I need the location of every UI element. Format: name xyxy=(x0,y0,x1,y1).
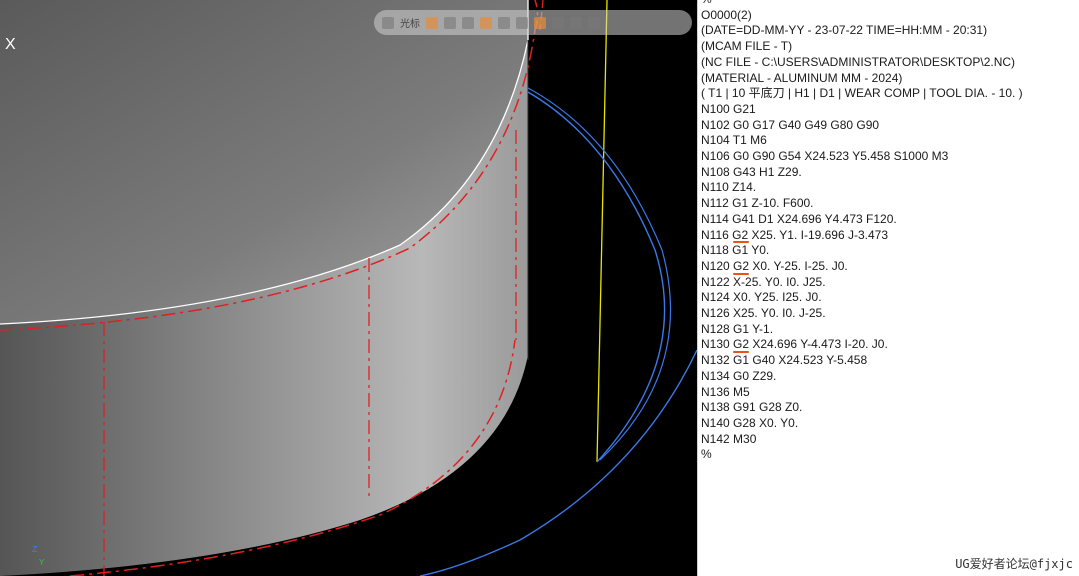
view-toolbar: 光标 xyxy=(374,10,692,35)
nc-line[interactable]: (DATE=DD-MM-YY - 23-07-22 TIME=HH:MM - 2… xyxy=(701,23,1023,39)
nc-line[interactable]: (NC FILE - C:\USERS\ADMINISTRATOR\DESKTO… xyxy=(701,55,1023,71)
rotate-icon[interactable] xyxy=(588,16,600,29)
nc-line[interactable]: N120 G2 X0. Y-25. I-25. J0. xyxy=(701,259,1023,275)
nc-line[interactable]: N122 X-25. Y0. I0. J25. xyxy=(701,275,1023,291)
g2-highlight-n130 xyxy=(733,351,749,353)
nc-code-list: % O0000(2) (DATE=DD-MM-YY - 23-07-22 TIM… xyxy=(701,0,1023,463)
g2-highlight-n120 xyxy=(733,273,749,275)
nc-line[interactable]: N108 G43 H1 Z29. xyxy=(701,165,1023,181)
nc-line[interactable]: N138 G91 G28 Z0. xyxy=(701,400,1023,416)
tool-axis-line xyxy=(596,0,608,463)
nc-line[interactable]: N104 T1 M6 xyxy=(701,133,1023,149)
nc-line[interactable]: N132 G1 G40 X24.523 Y-5.458 xyxy=(701,353,1023,369)
body-icon[interactable] xyxy=(516,16,528,29)
render-icon[interactable] xyxy=(570,16,582,29)
watermark-text: UG爱好者论坛@fjxjc xyxy=(955,557,1073,571)
g2-highlight-n116 xyxy=(733,241,749,243)
nc-line[interactable]: N136 M5 xyxy=(701,385,1023,401)
nc-line[interactable]: N140 G28 X0. Y0. xyxy=(701,416,1023,432)
nc-code-panel[interactable]: % O0000(2) (DATE=DD-MM-YY - 23-07-22 TIM… xyxy=(697,0,1079,576)
nc-line[interactable]: N124 X0. Y25. I25. J0. xyxy=(701,290,1023,306)
nc-line[interactable]: N100 G21 xyxy=(701,102,1023,118)
nc-line[interactable]: N128 G1 Y-1. xyxy=(701,322,1023,338)
cursor-label[interactable]: 光标 xyxy=(400,15,420,30)
filter-icon[interactable] xyxy=(444,16,456,29)
point-icon[interactable] xyxy=(462,16,474,29)
nc-line[interactable]: N106 G0 G90 G54 X24.523 Y5.458 S1000 M3 xyxy=(701,149,1023,165)
triad-z-label: Z xyxy=(32,545,38,555)
grid-icon[interactable] xyxy=(534,16,546,29)
nc-line[interactable]: N142 M30 xyxy=(701,432,1023,448)
nc-line[interactable]: N134 G0 Z29. xyxy=(701,369,1023,385)
nc-line[interactable]: O0000(2) xyxy=(701,8,1023,24)
nc-line[interactable]: N118 G1 Y0. xyxy=(701,243,1023,259)
nc-line[interactable]: N114 G41 D1 X24.696 Y4.473 F120. xyxy=(701,212,1023,228)
snap-icon[interactable] xyxy=(426,16,438,29)
nc-line[interactable]: N130 G2 X24.696 Y-4.473 I-20. J0. xyxy=(701,337,1023,353)
nc-line[interactable]: N116 G2 X25. Y1. I-19.696 J-3.473 xyxy=(701,228,1023,244)
nc-line[interactable]: N126 X25. Y0. I0. J-25. xyxy=(701,306,1023,322)
nc-line[interactable]: % xyxy=(701,0,1023,8)
nc-line[interactable]: N102 G0 G17 G40 G49 G80 G90 xyxy=(701,118,1023,134)
graphics-viewport[interactable]: X 光标 Z Y xyxy=(0,0,697,576)
cylinder-scene xyxy=(0,0,697,576)
select-icon[interactable] xyxy=(382,16,394,29)
nc-line[interactable]: N112 G1 Z-10. F600. xyxy=(701,196,1023,212)
view-icon[interactable] xyxy=(552,16,564,29)
face-icon[interactable] xyxy=(498,16,510,29)
nc-line[interactable]: (MATERIAL - ALUMINUM MM - 2024) xyxy=(701,71,1023,87)
nc-line[interactable]: N110 Z14. xyxy=(701,180,1023,196)
nc-line[interactable]: ( T1 | 10 平底刀 | H1 | D1 | WEAR COMP | TO… xyxy=(701,86,1023,102)
lead-out-arc xyxy=(527,87,672,461)
curve-icon[interactable] xyxy=(480,16,492,29)
nc-line[interactable]: (MCAM FILE - T) xyxy=(701,39,1023,55)
axis-x-label: X xyxy=(5,36,16,53)
triad-y-label: Y xyxy=(39,558,45,568)
nc-line[interactable]: % xyxy=(701,447,1023,463)
